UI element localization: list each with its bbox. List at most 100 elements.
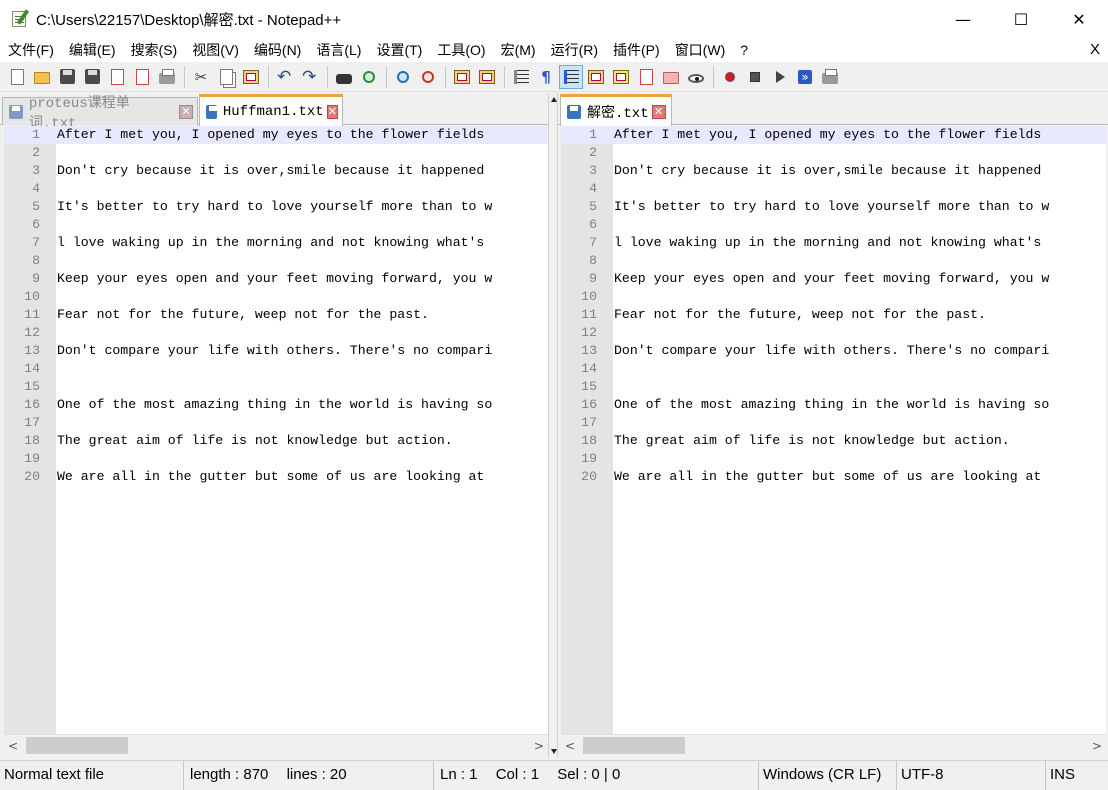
editor-line[interactable]: 6 — [4, 216, 548, 234]
status-eol[interactable]: Windows (CR LF) — [759, 761, 897, 790]
editor-line[interactable]: 13 Don't compare your life with others. T… — [561, 342, 1106, 360]
menu-edit[interactable]: 编辑(E) — [61, 38, 123, 62]
editor-line[interactable]: 10 — [4, 288, 548, 306]
editor-line[interactable]: 3 Don't cry because it is over,smile beca… — [4, 162, 548, 180]
editor-line[interactable]: 4 — [4, 180, 548, 198]
right-horizontal-scrollbar[interactable]: < > — [561, 734, 1106, 756]
new-file-button[interactable] — [5, 65, 29, 89]
editor-line[interactable]: 2 — [4, 144, 548, 162]
close-tab-icon[interactable]: ✕ — [179, 104, 194, 119]
menu-language[interactable]: 语言(L) — [308, 38, 368, 62]
save-button[interactable] — [55, 65, 79, 89]
playback-macro-button[interactable] — [768, 65, 792, 89]
document-map-button[interactable] — [609, 65, 633, 89]
status-insert-mode[interactable]: INS — [1046, 761, 1108, 790]
editor-line[interactable]: 15 — [4, 378, 548, 396]
paste-button[interactable] — [239, 65, 263, 89]
close-window-button[interactable]: ✕ — [1050, 0, 1108, 38]
monitoring-button[interactable] — [684, 65, 708, 89]
editor-line[interactable]: 12 — [4, 324, 548, 342]
maximize-button[interactable]: ☐ — [992, 0, 1050, 38]
editor-line[interactable]: 9 Keep your eyes open and your feet movin… — [4, 270, 548, 288]
menu-settings[interactable]: 设置(T) — [368, 38, 429, 62]
menu-window[interactable]: 窗口(W) — [667, 38, 733, 62]
sync-horizontal-button[interactable] — [475, 65, 499, 89]
editor-line[interactable]: 1 After I met you, I opened my eyes to th… — [561, 126, 1106, 144]
scroll-right-icon[interactable]: > — [534, 740, 544, 752]
editor-line[interactable]: 4 — [561, 180, 1106, 198]
close-tab-icon[interactable]: ✕ — [651, 104, 666, 119]
menu-search[interactable]: 搜索(S) — [123, 38, 185, 62]
cut-button[interactable]: ✂ — [189, 65, 213, 89]
view-splitter[interactable] — [548, 93, 558, 758]
editor-line[interactable]: 9 Keep your eyes open and your feet movin… — [561, 270, 1106, 288]
tab-jiemi[interactable]: 解密.txt ✕ — [560, 94, 672, 126]
editor-line[interactable]: 20 We are all in the gutter but some of u… — [4, 468, 548, 486]
menu-view[interactable]: 视图(V) — [184, 38, 246, 62]
minimize-button[interactable]: — — [934, 0, 992, 38]
editor-line[interactable]: 1 After I met you, I opened my eyes to th… — [4, 126, 548, 144]
redo-button[interactable]: ↷ — [298, 65, 322, 89]
tab-huffman1[interactable]: Huffman1.txt ✕ — [199, 94, 343, 126]
sync-vertical-button[interactable] — [450, 65, 474, 89]
menu-macro[interactable]: 宏(M) — [493, 38, 543, 62]
editor-line[interactable]: 15 — [561, 378, 1106, 396]
editor-line[interactable]: 17 — [561, 414, 1106, 432]
editor-line[interactable]: 5 It's better to try hard to love yoursel… — [561, 198, 1106, 216]
menu-encoding[interactable]: 编码(N) — [246, 38, 308, 62]
editor-line[interactable]: 2 — [561, 144, 1106, 162]
editor-line[interactable]: 14 — [561, 360, 1106, 378]
editor-line[interactable]: 20 We are all in the gutter but some of u… — [561, 468, 1106, 486]
scroll-right-icon[interactable]: > — [1092, 740, 1102, 752]
editor-line[interactable]: 5 It's better to try hard to love yoursel… — [4, 198, 548, 216]
run-macro-multiple-button[interactable]: » — [793, 65, 817, 89]
record-macro-button[interactable] — [718, 65, 742, 89]
editor-line[interactable]: 3 Don't cry because it is over,smile beca… — [561, 162, 1106, 180]
close-document-button[interactable]: X — [1090, 38, 1100, 62]
right-editor[interactable]: 1 After I met you, I opened my eyes to th… — [561, 126, 1106, 734]
left-horizontal-scrollbar[interactable]: < > — [4, 734, 548, 756]
left-editor[interactable]: 1 After I met you, I opened my eyes to th… — [4, 126, 548, 734]
editor-line[interactable]: 12 — [561, 324, 1106, 342]
editor-line[interactable]: 7 l love waking up in the morning and not… — [561, 234, 1106, 252]
editor-line[interactable]: 16 One of the most amazing thing in the w… — [4, 396, 548, 414]
editor-line[interactable]: 13 Don't compare your life with others. T… — [4, 342, 548, 360]
scroll-left-icon[interactable]: < — [8, 740, 18, 752]
scroll-left-icon[interactable]: < — [565, 740, 575, 752]
indent-guide-button[interactable] — [559, 64, 583, 89]
function-list-button[interactable] — [634, 65, 658, 89]
editor-line[interactable]: 19 — [561, 450, 1106, 468]
close-tab-icon[interactable]: ✕ — [326, 104, 338, 119]
editor-line[interactable]: 11 Fear not for the future, weep not for … — [4, 306, 548, 324]
show-all-characters-button[interactable]: ¶ — [534, 65, 558, 89]
user-defined-language-button[interactable] — [584, 65, 608, 89]
editor-line[interactable]: 17 — [4, 414, 548, 432]
open-file-button[interactable] — [30, 65, 54, 89]
zoom-out-button[interactable] — [416, 65, 440, 89]
scrollbar-thumb[interactable] — [26, 737, 128, 754]
menu-run[interactable]: 运行(R) — [543, 38, 605, 62]
save-all-button[interactable] — [80, 65, 104, 89]
find-button[interactable] — [332, 65, 356, 89]
stop-recording-button[interactable] — [743, 65, 767, 89]
status-encoding[interactable]: UTF-8 — [897, 761, 1046, 790]
close-all-button[interactable] — [130, 65, 154, 89]
replace-button[interactable] — [357, 65, 381, 89]
undo-button[interactable]: ↶ — [273, 65, 297, 89]
editor-line[interactable]: 14 — [4, 360, 548, 378]
editor-line[interactable]: 19 — [4, 450, 548, 468]
print-button[interactable] — [155, 65, 179, 89]
tab-proteus[interactable]: proteus课程单词.txt ✕ — [2, 96, 198, 132]
editor-line[interactable]: 8 — [4, 252, 548, 270]
editor-line[interactable]: 18 The great aim of life is not knowledge… — [4, 432, 548, 450]
menu-plugins[interactable]: 插件(P) — [605, 38, 667, 62]
editor-line[interactable]: 16 One of the most amazing thing in the w… — [561, 396, 1106, 414]
editor-line[interactable]: 11 Fear not for the future, weep not for … — [561, 306, 1106, 324]
word-wrap-button[interactable] — [509, 65, 533, 89]
menu-file[interactable]: 文件(F) — [0, 38, 61, 62]
close-file-button[interactable] — [105, 65, 129, 89]
scrollbar-thumb[interactable] — [583, 737, 685, 754]
editor-line[interactable]: 8 — [561, 252, 1106, 270]
editor-line[interactable]: 18 The great aim of life is not knowledge… — [561, 432, 1106, 450]
menu-help[interactable]: ? — [732, 38, 755, 62]
